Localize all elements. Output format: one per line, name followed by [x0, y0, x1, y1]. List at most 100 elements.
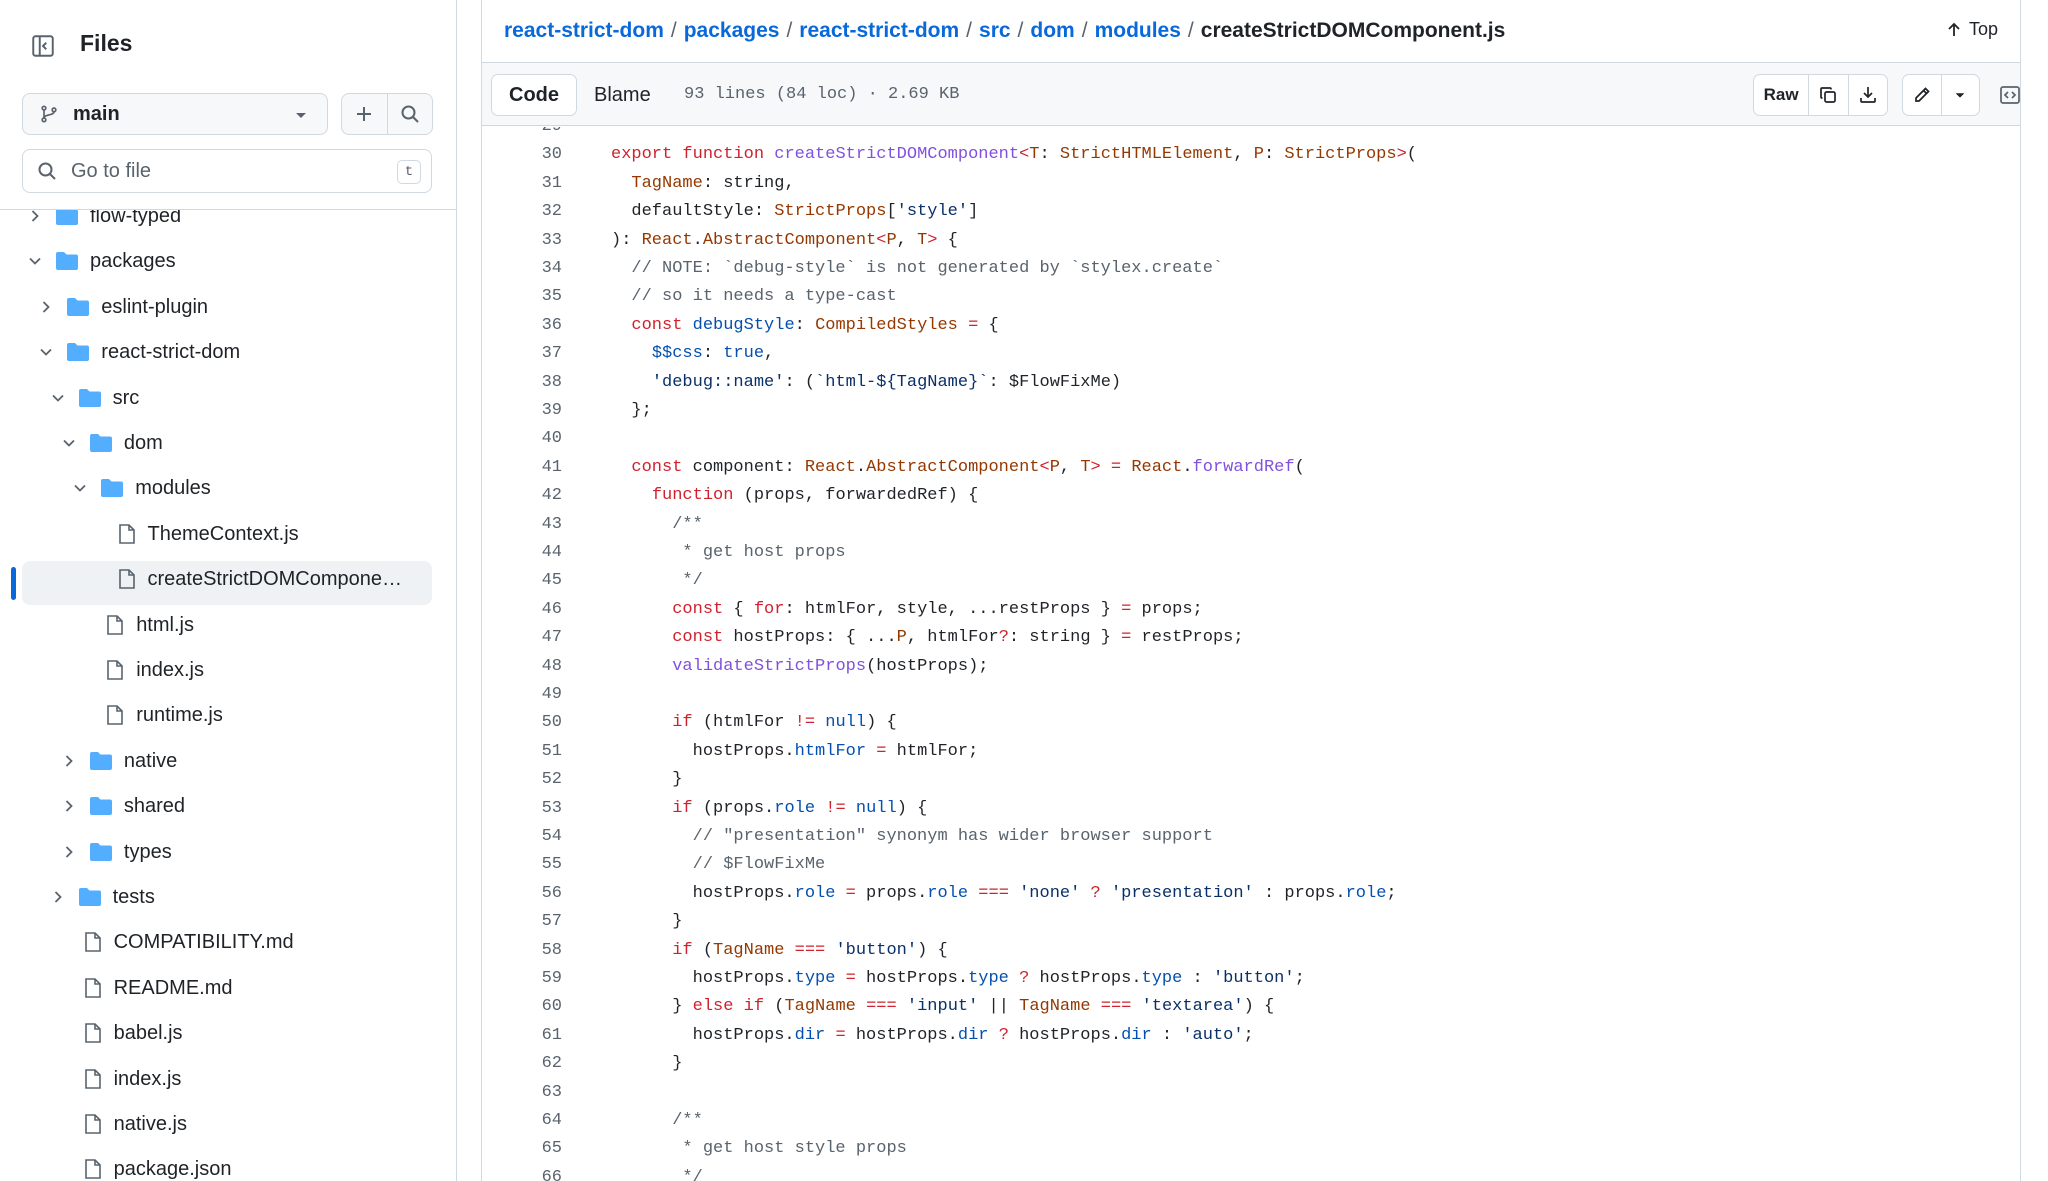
- edit-options-button[interactable]: [1942, 75, 1980, 115]
- line-number[interactable]: 31: [482, 170, 562, 198]
- sidebar-collapse-icon: [32, 35, 54, 57]
- line-number[interactable]: 64: [482, 1107, 562, 1135]
- file-icon: [83, 1022, 103, 1050]
- tree-file-item[interactable]: package.json: [0, 1147, 456, 1181]
- code-text: if (TagName === 'button') {: [672, 940, 948, 960]
- chevron-down-icon[interactable]: [27, 253, 43, 269]
- tree-file-item[interactable]: ThemeContext.js: [0, 512, 456, 556]
- pencil-icon: [1914, 87, 1930, 102]
- code-text: }: [611, 1054, 683, 1074]
- tree-file-item[interactable]: index.js: [0, 1057, 456, 1101]
- tree-folder-item[interactable]: src: [0, 376, 456, 420]
- breadcrumb-link[interactable]: packages: [684, 19, 780, 42]
- breadcrumb-link[interactable]: react-strict-dom: [504, 19, 664, 42]
- chevron-down-icon[interactable]: [72, 480, 88, 496]
- breadcrumb-link[interactable]: modules: [1095, 19, 1181, 42]
- line-number[interactable]: 58: [482, 937, 562, 965]
- chevron-down-icon[interactable]: [61, 435, 77, 451]
- line-number[interactable]: 34: [482, 255, 562, 283]
- breadcrumb-link[interactable]: src: [979, 19, 1011, 42]
- tab-blame[interactable]: Blame: [577, 75, 668, 115]
- symbols-panel-button[interactable]: [1992, 74, 2028, 116]
- tree-file-item[interactable]: runtime.js: [0, 693, 456, 737]
- tree-folder-item[interactable]: tests: [0, 875, 456, 919]
- tree-file-item[interactable]: COMPATIBILITY.md: [0, 920, 456, 964]
- tree-file-item[interactable]: babel.js: [0, 1011, 456, 1055]
- line-number[interactable]: 50: [482, 709, 562, 737]
- tab-code[interactable]: Code: [491, 74, 577, 116]
- chevron-right-icon[interactable]: [61, 798, 77, 814]
- line-number[interactable]: 66: [482, 1164, 562, 1181]
- chevron-right-icon[interactable]: [38, 299, 54, 315]
- tree-folder-item[interactable]: dom: [0, 421, 456, 465]
- breadcrumb: react-strict-dom / packages / react-strict-d…: [504, 19, 1505, 43]
- go-to-file-input[interactable]: [69, 158, 373, 184]
- line-number[interactable]: 32: [482, 198, 562, 226]
- line-number[interactable]: 45: [482, 567, 562, 595]
- line-number[interactable]: 56: [482, 880, 562, 908]
- chevron-right-icon[interactable]: [61, 753, 77, 769]
- chevron-down-icon[interactable]: [50, 390, 66, 406]
- line-number[interactable]: 36: [482, 312, 562, 340]
- go-to-file-search[interactable]: t: [22, 149, 432, 193]
- tree-file-item[interactable]: createStrictDOMCompone…: [0, 557, 456, 601]
- breadcrumb-link[interactable]: dom: [1030, 19, 1074, 42]
- line-number[interactable]: 53: [482, 795, 562, 823]
- line-number[interactable]: 40: [482, 425, 562, 453]
- line-number[interactable]: 41: [482, 454, 562, 482]
- breadcrumb-link[interactable]: react-strict-dom: [799, 19, 959, 42]
- line-number[interactable]: 30: [482, 141, 562, 169]
- line-number[interactable]: 60: [482, 993, 562, 1021]
- line-number[interactable]: 51: [482, 738, 562, 766]
- edit-file-button[interactable]: [1903, 75, 1942, 115]
- line-number[interactable]: 38: [482, 369, 562, 397]
- chevron-down-icon[interactable]: [38, 344, 54, 360]
- tree-folder-item[interactable]: packages: [0, 239, 456, 283]
- tree-file-item[interactable]: html.js: [0, 603, 456, 647]
- collapse-sidebar-button[interactable]: [22, 25, 64, 67]
- search-files-button[interactable]: [388, 94, 433, 134]
- line-number[interactable]: 63: [482, 1079, 562, 1107]
- line-number[interactable]: 29: [482, 127, 562, 141]
- add-file-button[interactable]: [342, 94, 388, 134]
- line-number[interactable]: 43: [482, 511, 562, 539]
- top-button[interactable]: Top: [1945, 19, 1998, 40]
- line-number[interactable]: 37: [482, 340, 562, 368]
- line-number[interactable]: 47: [482, 624, 562, 652]
- chevron-right-icon[interactable]: [61, 844, 77, 860]
- copy-raw-button[interactable]: [1809, 75, 1849, 115]
- line-number[interactable]: 39: [482, 397, 562, 425]
- line-number[interactable]: 42: [482, 482, 562, 510]
- chevron-right-icon[interactable]: [50, 889, 66, 905]
- code-text: ): React.AbstractComponent<P, T> {: [611, 230, 958, 250]
- tree-folder-item[interactable]: react-strict-dom: [0, 330, 456, 374]
- line-number[interactable]: 49: [482, 681, 562, 709]
- tree-folder-item[interactable]: flow-typed: [0, 210, 456, 238]
- line-number[interactable]: 65: [482, 1135, 562, 1163]
- line-number[interactable]: 59: [482, 965, 562, 993]
- download-button[interactable]: [1849, 75, 1887, 115]
- chevron-right-icon[interactable]: [27, 210, 43, 224]
- line-number[interactable]: 44: [482, 539, 562, 567]
- line-number[interactable]: 52: [482, 766, 562, 794]
- line-number[interactable]: 57: [482, 908, 562, 936]
- tree-file-item[interactable]: index.js: [0, 648, 456, 692]
- tree-folder-item[interactable]: shared: [0, 784, 456, 828]
- line-number[interactable]: 55: [482, 851, 562, 879]
- line-number[interactable]: 48: [482, 653, 562, 681]
- raw-button[interactable]: Raw: [1754, 75, 1810, 115]
- line-number[interactable]: 46: [482, 596, 562, 624]
- line-number[interactable]: 35: [482, 283, 562, 311]
- line-number[interactable]: 54: [482, 823, 562, 851]
- branch-selector[interactable]: main: [22, 93, 328, 135]
- line-number[interactable]: 33: [482, 227, 562, 255]
- tree-folder-item[interactable]: native: [0, 739, 456, 783]
- tree-folder-item[interactable]: eslint-plugin: [0, 285, 456, 329]
- code-text: /**: [611, 1111, 703, 1130]
- line-number[interactable]: 61: [482, 1022, 562, 1050]
- line-number[interactable]: 62: [482, 1050, 562, 1078]
- tree-file-item[interactable]: README.md: [0, 966, 456, 1010]
- tree-folder-item[interactable]: types: [0, 830, 456, 874]
- tree-folder-item[interactable]: modules: [0, 466, 456, 510]
- tree-file-item[interactable]: native.js: [0, 1102, 456, 1146]
